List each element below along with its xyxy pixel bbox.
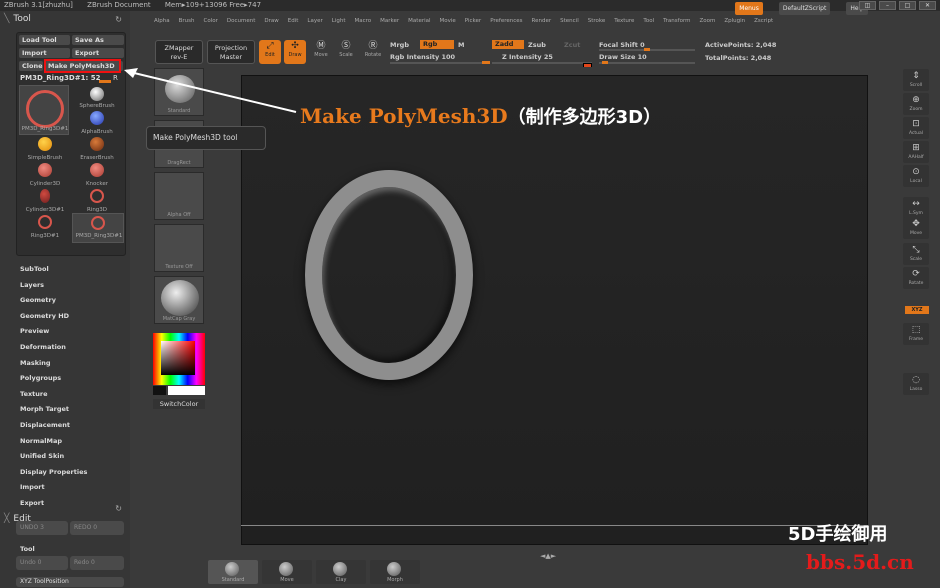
tooltip: Make PolyMesh3D tool xyxy=(146,126,266,150)
annotation-caption: Make PolyMesh3D（制作多边形3D） xyxy=(300,104,662,128)
arrow-line xyxy=(129,71,297,113)
watermark-url: bbs.5d.cn xyxy=(806,550,914,574)
watermark-text: 5D手绘御用 xyxy=(788,524,888,545)
annotation-arrow xyxy=(124,68,297,113)
